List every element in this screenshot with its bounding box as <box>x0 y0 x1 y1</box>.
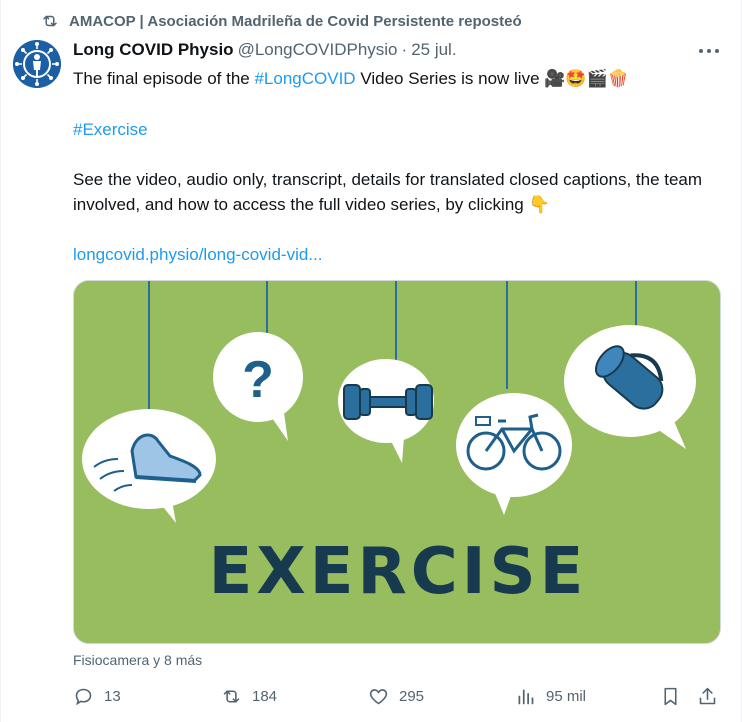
author-handle[interactable]: @LongCOVIDPhysio <box>238 40 398 60</box>
tweet-text-paragraph: See the video, audio only, transcript, d… <box>73 170 703 214</box>
exercise-illustration: ? EXERCISE <box>74 281 720 643</box>
heart-icon <box>369 689 388 705</box>
author-name[interactable]: Long COVID Physio <box>73 40 234 60</box>
text-segment: Video Series is now live <box>355 69 545 88</box>
logo-avatar-icon <box>13 40 61 88</box>
repost-button[interactable]: 184 <box>221 686 277 707</box>
like-button[interactable]: 295 <box>368 686 424 707</box>
like-count: 295 <box>399 688 425 705</box>
repost-icon <box>43 15 57 27</box>
tagged-users[interactable]: Fisiocamera y 8 más <box>73 652 202 668</box>
action-bar: 13 184 295 95 mil <box>73 686 733 712</box>
reply-button[interactable]: 13 <box>73 686 121 707</box>
avatar[interactable] <box>13 40 61 88</box>
separator-dot: · <box>401 40 408 59</box>
tweet-text-line1: The final episode of the #LongCOVID Vide… <box>73 66 723 91</box>
analytics-icon <box>518 689 534 705</box>
repost-count: 184 <box>252 688 278 705</box>
emoji-group: 🎥🤩🎬🍿 <box>544 69 629 88</box>
media-title: EXERCISE <box>209 535 588 609</box>
hashtag-longcovid-link[interactable]: #LongCOVID <box>254 69 355 88</box>
reply-count: 13 <box>104 688 121 705</box>
reply-icon <box>75 688 92 706</box>
share-button[interactable] <box>697 686 718 707</box>
bookmark-icon <box>664 687 677 706</box>
external-link[interactable]: longcovid.physio/long-covid-vid... <box>73 245 322 264</box>
hashtag-exercise-link[interactable]: #Exercise <box>73 120 148 139</box>
repost-indicator: AMACOP | Asociación Madrileña de Covid P… <box>41 12 522 30</box>
more-icon <box>699 49 719 53</box>
more-options-button[interactable] <box>697 40 721 62</box>
text-segment: The final episode of the <box>73 69 255 88</box>
tweet-header: Long COVID Physio @LongCOVIDPhysio · 25 … <box>73 40 457 60</box>
tweet-card[interactable]: AMACOP | Asociación Madrileña de Covid P… <box>0 0 742 722</box>
tweet-text-hashtag: #Exercise <box>73 117 723 142</box>
svg-text:?: ? <box>242 351 274 409</box>
media-image[interactable]: ? EXERCISE <box>73 280 721 644</box>
repost-text[interactable]: AMACOP | Asociación Madrileña de Covid P… <box>69 13 522 30</box>
views-count: 95 mil <box>546 688 587 705</box>
tweet-text-link: longcovid.physio/long-covid-vid... <box>73 242 723 267</box>
repost-icon <box>223 690 240 703</box>
post-date[interactable]: 25 jul. <box>411 40 456 60</box>
views-button[interactable]: 95 mil <box>515 686 586 707</box>
share-icon <box>699 687 716 705</box>
bookmark-button[interactable] <box>660 686 681 707</box>
